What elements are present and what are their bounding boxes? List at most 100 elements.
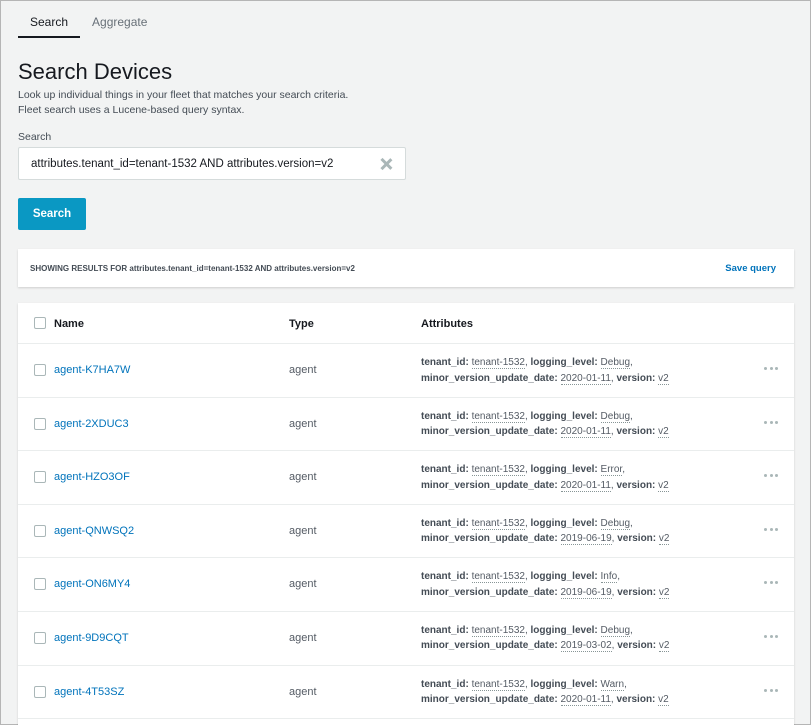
attr-value-version[interactable]: v2 — [658, 694, 669, 707]
row-checkbox[interactable] — [34, 524, 46, 537]
attr-label-tenant-id: tenant_id: — [421, 571, 469, 583]
attr-value-version[interactable]: v2 — [658, 640, 670, 653]
attr-value-update-date[interactable]: 2020-01-11 — [560, 426, 611, 439]
device-name-link[interactable]: agent-9D9CQT — [54, 632, 129, 644]
attr-value-tenant-id[interactable]: tenant-1532 — [471, 571, 525, 584]
device-type: agent — [289, 524, 317, 537]
attr-value-logging-level[interactable]: Debug — [600, 624, 630, 637]
row-checkbox[interactable] — [34, 417, 46, 430]
column-header-type: Type — [289, 318, 314, 330]
attributes-line-1: tenant_id: tenant-1532, logging_level: D… — [421, 357, 633, 369]
device-name-link[interactable]: agent-K7HA7W — [54, 364, 130, 376]
attr-label-update-date: minor_version_update_date: — [421, 426, 558, 438]
attributes-line-2: minor_version_update_date: 2020-01-11, v… — [421, 372, 669, 385]
attr-value-version[interactable]: v2 — [658, 533, 670, 546]
attributes-line-2: minor_version_update_date: 2020-01-11, v… — [421, 426, 669, 439]
attr-label-tenant-id: tenant_id: — [421, 464, 469, 476]
description-line-1: Look up individual things in your fleet … — [18, 89, 349, 101]
device-type: agent — [289, 364, 317, 376]
device-name-link[interactable]: agent-HZO3OF — [54, 471, 130, 483]
attr-value-update-date[interactable]: 2020-01-11 — [560, 479, 611, 492]
more-options-icon[interactable] — [764, 634, 778, 639]
attr-value-version[interactable]: v2 — [658, 426, 669, 439]
column-header-name: Name — [54, 318, 84, 330]
device-type: agent — [289, 685, 317, 698]
more-options-icon[interactable] — [764, 581, 778, 585]
attr-value-version[interactable]: v2 — [658, 479, 669, 492]
attr-label-update-date: minor_version_update_date: — [421, 479, 558, 491]
attr-value-tenant-id[interactable]: tenant-1532 — [471, 678, 525, 691]
device-type: agent — [289, 578, 317, 591]
attr-value-tenant-id[interactable]: tenant-1532 — [471, 624, 525, 637]
device-name-link[interactable]: agent-QNWSQ2 — [54, 525, 134, 537]
attributes-line-2: minor_version_update_date: 2020-01-11, v… — [421, 694, 669, 707]
attr-value-tenant-id[interactable]: tenant-1532 — [471, 410, 525, 423]
save-query-link[interactable]: Save query — [725, 263, 776, 274]
attr-label-tenant-id: tenant_id: — [421, 624, 469, 636]
attr-value-logging-level[interactable]: Info — [600, 571, 618, 584]
table-header: Name Type Attributes — [18, 303, 794, 344]
attributes-line-2: minor_version_update_date: 2019-06-19, v… — [421, 533, 670, 546]
row-checkbox[interactable] — [34, 578, 46, 591]
attr-value-tenant-id[interactable]: tenant-1532 — [471, 517, 525, 530]
device-attributes: tenant_id: tenant-1532, logging_level: I… — [421, 569, 670, 600]
device-name-link[interactable]: agent-2XDUC3 — [54, 418, 129, 430]
results-summary-bar: SHOWING RESULTS FOR attributes.tenant_id… — [18, 249, 794, 287]
clear-icon[interactable] — [379, 157, 393, 171]
attr-value-logging-level[interactable]: Debug — [600, 357, 630, 369]
search-button[interactable]: Search — [18, 198, 86, 230]
attr-label-logging-level: logging_level: — [530, 624, 598, 636]
attributes-line-1: tenant_id: tenant-1532, logging_level: I… — [421, 571, 620, 584]
attr-label-version: version: — [617, 533, 657, 545]
row-checkbox[interactable] — [34, 364, 46, 376]
attr-value-update-date[interactable]: 2020-01-11 — [560, 694, 611, 707]
row-checkbox[interactable] — [34, 471, 46, 484]
device-name-link[interactable]: agent-4T53SZ — [54, 686, 124, 698]
more-options-icon[interactable] — [764, 367, 778, 371]
table-row: agent-4T53SZ agent tenant_id: tenant-153… — [18, 666, 794, 720]
attr-label-logging-level: logging_level: — [530, 410, 598, 422]
attr-value-update-date[interactable]: 2020-01-11 — [560, 372, 611, 385]
attributes-line-1: tenant_id: tenant-1532, logging_level: D… — [421, 624, 633, 637]
tab-bar: Search Aggregate — [18, 1, 159, 38]
table-row: agent-K7HA7W agent tenant_id: tenant-153… — [18, 344, 794, 398]
attributes-line-1: tenant_id: tenant-1532, logging_level: W… — [421, 678, 627, 691]
attr-value-update-date[interactable]: 2019-03-02 — [560, 640, 612, 653]
device-attributes: tenant_id: tenant-1532, logging_level: D… — [421, 516, 670, 547]
attr-value-version[interactable]: v2 — [658, 372, 669, 385]
attr-value-logging-level[interactable]: Warn — [600, 678, 625, 691]
more-options-icon[interactable] — [764, 474, 778, 478]
attr-label-logging-level: logging_level: — [530, 571, 598, 583]
attr-label-update-date: minor_version_update_date: — [421, 640, 558, 652]
attr-label-logging-level: logging_level: — [530, 678, 598, 690]
row-checkbox[interactable] — [34, 631, 46, 644]
more-options-icon[interactable] — [764, 688, 778, 693]
attributes-line-2: minor_version_update_date: 2020-01-11, v… — [421, 479, 669, 492]
row-checkbox[interactable] — [34, 685, 46, 698]
attr-value-version[interactable]: v2 — [658, 586, 670, 599]
attr-label-version: version: — [617, 586, 657, 598]
device-type: agent — [289, 631, 317, 644]
attr-value-logging-level[interactable]: Error — [600, 464, 623, 477]
attr-value-update-date[interactable]: 2019-06-19 — [560, 586, 612, 599]
more-options-icon[interactable] — [764, 420, 778, 425]
page-description: Look up individual things in your fleet … — [18, 88, 348, 118]
tab-aggregate[interactable]: Aggregate — [80, 1, 159, 38]
attr-value-tenant-id[interactable]: tenant-1532 — [471, 464, 525, 477]
attributes-line-2: minor_version_update_date: 2019-06-19, v… — [421, 586, 670, 599]
device-name-link[interactable]: agent-ON6MY4 — [54, 578, 130, 590]
attr-value-logging-level[interactable]: Debug — [600, 517, 630, 530]
device-type: agent — [289, 471, 317, 484]
tab-search[interactable]: Search — [18, 1, 81, 38]
attr-label-version: version: — [616, 372, 656, 384]
select-all-checkbox[interactable] — [34, 317, 46, 329]
attr-value-tenant-id[interactable]: tenant-1532 — [471, 357, 525, 369]
more-options-icon[interactable] — [764, 527, 778, 532]
attr-label-version: version: — [616, 694, 656, 706]
search-input[interactable] — [31, 157, 379, 170]
page-title: Search Devices — [18, 59, 173, 84]
device-attributes: tenant_id: tenant-1532, logging_level: D… — [421, 409, 669, 440]
attr-value-update-date[interactable]: 2019-06-19 — [560, 533, 612, 546]
table-row: agent-QNWSQ2 agent tenant_id: tenant-153… — [18, 505, 794, 559]
attr-value-logging-level[interactable]: Debug — [600, 410, 630, 423]
